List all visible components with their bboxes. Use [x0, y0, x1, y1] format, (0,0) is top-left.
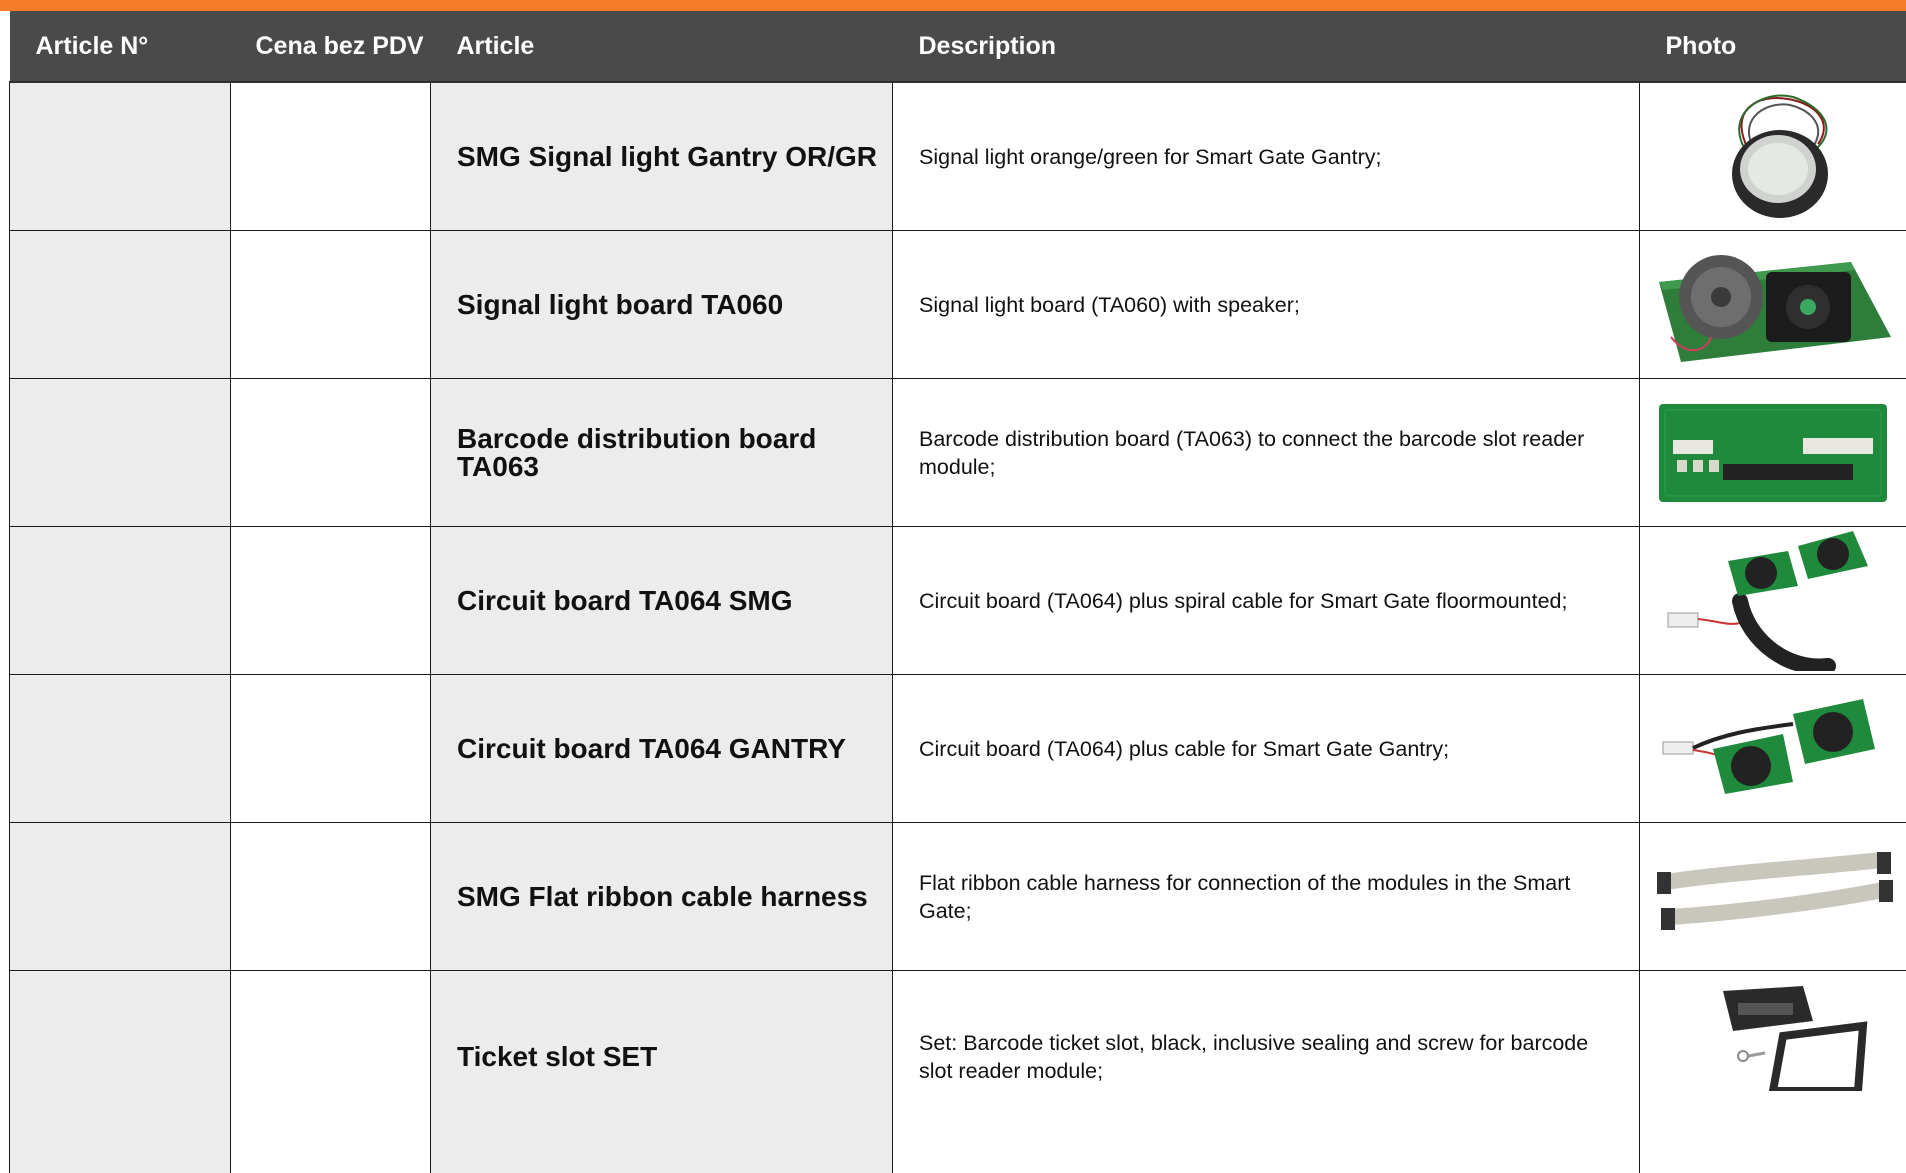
header-photo: Photo	[1640, 11, 1906, 82]
photo-cell	[1640, 82, 1906, 231]
price-cell	[231, 675, 431, 823]
table-row: SMG Flat ribbon cable harness Flat ribbo…	[10, 823, 1906, 971]
article-name: Signal light board TA060	[431, 231, 893, 379]
article-no-cell	[10, 675, 231, 823]
photo-cell	[1640, 379, 1906, 527]
article-description: Circuit board (TA064) plus spiral cable …	[893, 527, 1640, 675]
photo-cell	[1640, 675, 1906, 823]
article-description: Flat ribbon cable harness for connection…	[893, 823, 1640, 971]
article-name: Barcode distribution board TA063	[431, 379, 893, 527]
article-description: Circuit board (TA064) plus cable for Sma…	[893, 675, 1640, 823]
price-cell	[231, 971, 431, 1173]
table-row: Circuit board TA064 SMG Circuit board (T…	[10, 527, 1906, 675]
cable-board-photo	[1653, 694, 1893, 804]
price-cell	[231, 823, 431, 971]
article-description: Set: Barcode ticket slot, black, inclusi…	[893, 971, 1640, 1173]
ribbon-cable-photo	[1651, 852, 1896, 942]
price-cell	[231, 231, 431, 379]
article-no-cell	[10, 379, 231, 527]
table-row: Circuit board TA064 GANTRY Circuit board…	[10, 675, 1906, 823]
header-price: Cena bez PDV	[231, 11, 431, 82]
price-cell	[231, 82, 431, 231]
table-header-row: Article N° Cena bez PDV Article Descript…	[10, 11, 1906, 82]
article-no-cell	[10, 82, 231, 231]
circuit-board-photo	[1653, 398, 1893, 508]
price-cell	[231, 527, 431, 675]
article-description: Signal light board (TA060) with speaker;	[893, 231, 1640, 379]
orange-accent-bar	[0, 0, 1906, 11]
article-name: SMG Flat ribbon cable harness	[431, 823, 893, 971]
article-description: Signal light orange/green for Smart Gate…	[893, 82, 1640, 231]
article-no-cell	[10, 971, 231, 1173]
article-name: SMG Signal light Gantry OR/GR	[431, 82, 893, 231]
page-margin	[0, 11, 9, 1102]
header-article-no: Article N°	[10, 11, 231, 82]
spiral-cable-board-photo	[1658, 531, 1888, 671]
signal-light-photo	[1698, 89, 1848, 224]
photo-cell	[1640, 527, 1906, 675]
article-no-cell	[10, 823, 231, 971]
ticket-slot-photo	[1673, 981, 1873, 1091]
article-name: Circuit board TA064 GANTRY	[431, 675, 893, 823]
photo-cell	[1640, 971, 1906, 1173]
article-no-cell	[10, 231, 231, 379]
spare-parts-table: Article N° Cena bez PDV Article Descript…	[9, 11, 1906, 1173]
article-description: Barcode distribution board (TA063) to co…	[893, 379, 1640, 527]
photo-cell	[1640, 231, 1906, 379]
speaker-board-photo	[1651, 242, 1896, 367]
article-no-cell	[10, 527, 231, 675]
table-row: Ticket slot SET Set: Barcode ticket slot…	[10, 971, 1906, 1173]
header-article: Article	[431, 11, 893, 82]
article-name: Circuit board TA064 SMG	[431, 527, 893, 675]
photo-cell	[1640, 823, 1906, 971]
header-description: Description	[893, 11, 1640, 82]
price-cell	[231, 379, 431, 527]
table-row: Signal light board TA060 Signal light bo…	[10, 231, 1906, 379]
table-row: SMG Signal light Gantry OR/GR Signal lig…	[10, 82, 1906, 231]
article-name: Ticket slot SET	[431, 971, 893, 1173]
table-row: Barcode distribution board TA063 Barcode…	[10, 379, 1906, 527]
